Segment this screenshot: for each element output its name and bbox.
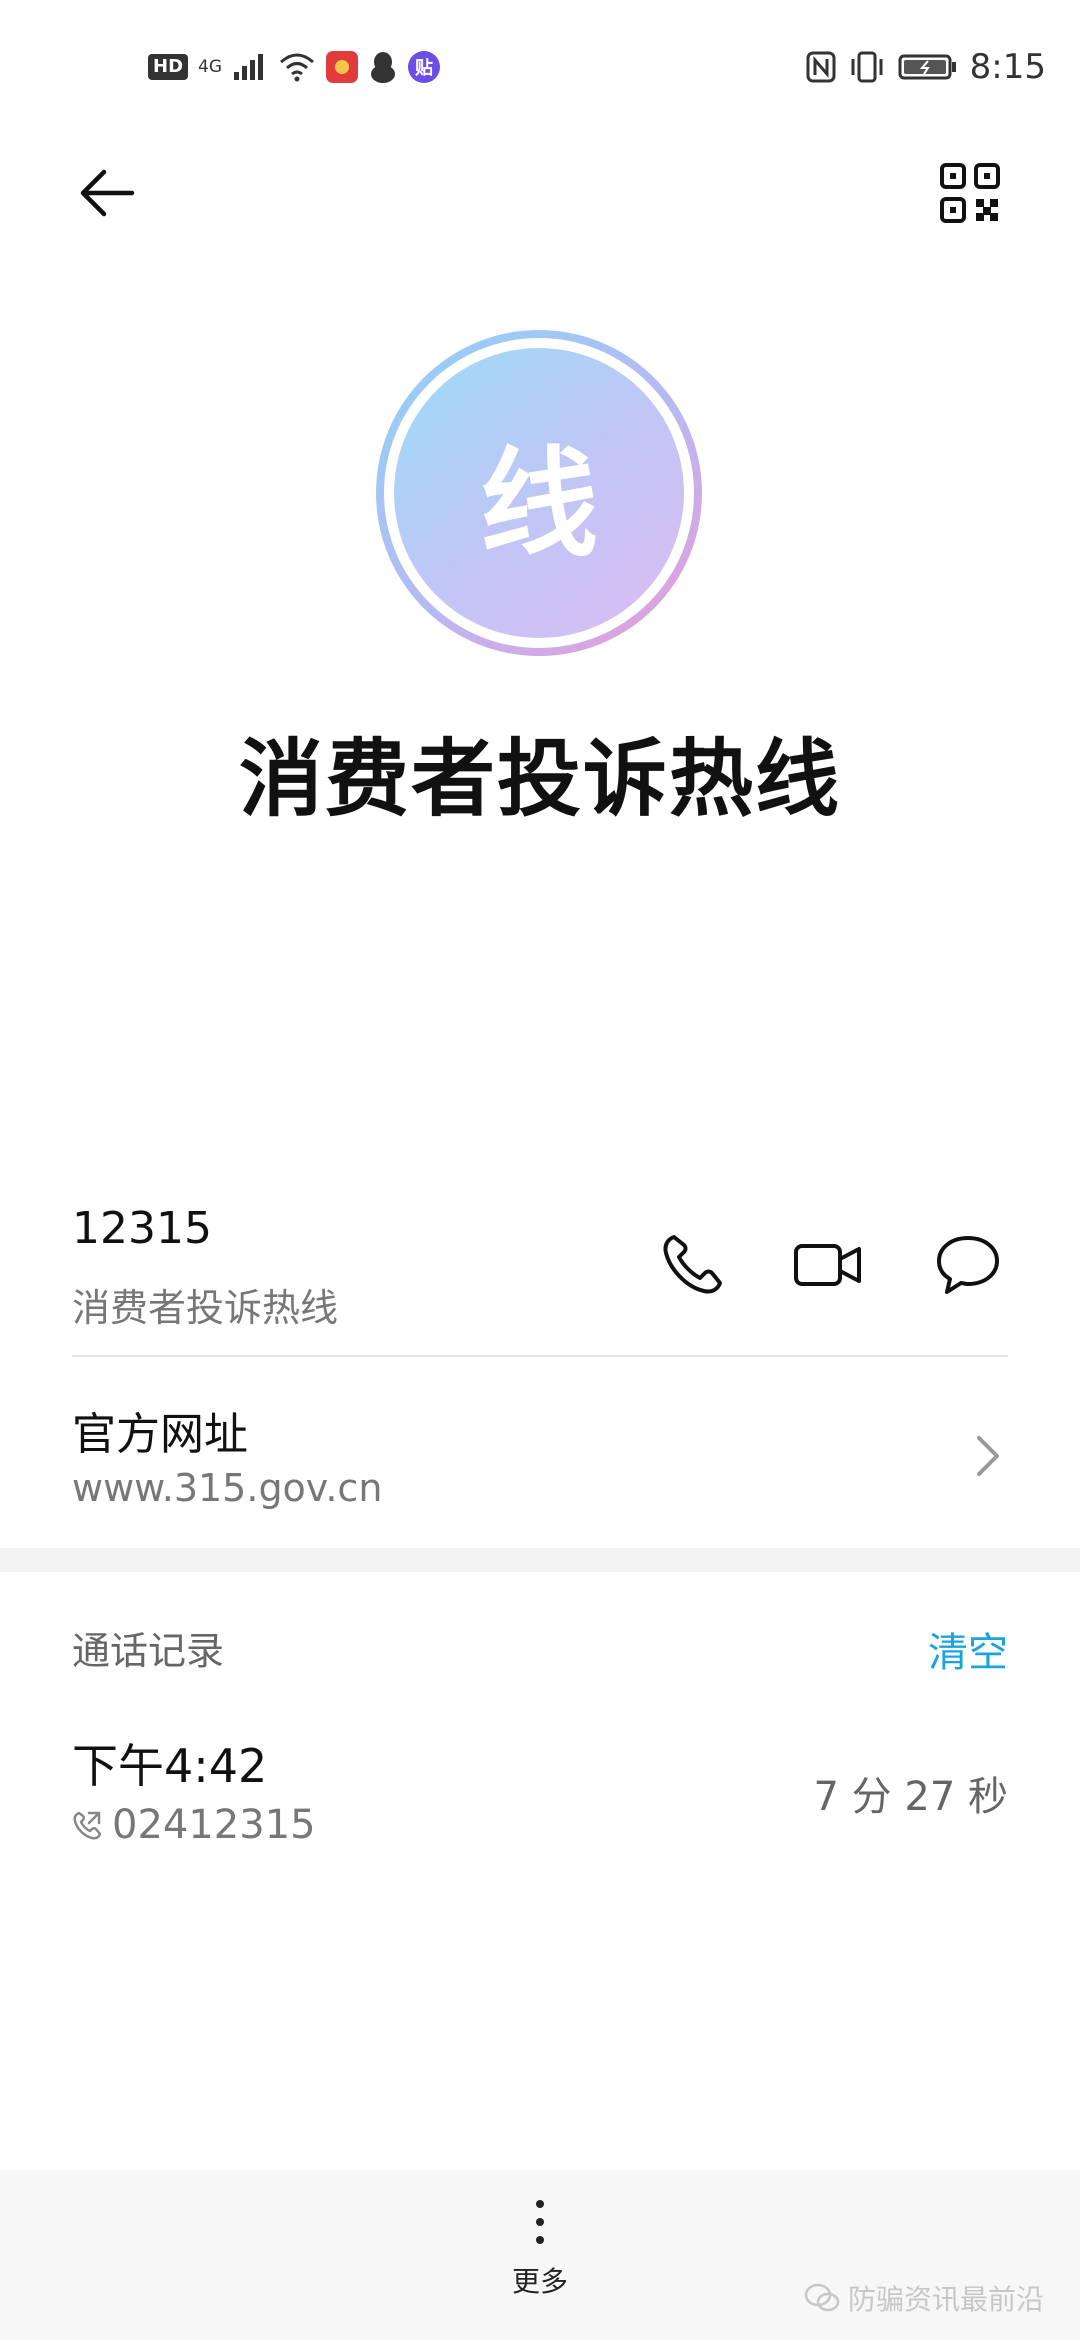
contact-avatar[interactable]: 线 <box>376 330 702 656</box>
avatar-inner-ring: 线 <box>384 338 694 648</box>
arrow-left-icon <box>80 169 135 217</box>
bottom-bar: 更多 防骗资讯最前沿 <box>0 2170 1080 2340</box>
status-bar-left: HD 4G 贴 <box>148 44 441 90</box>
video-call-button[interactable] <box>788 1225 868 1305</box>
call-button[interactable] <box>652 1225 732 1305</box>
qr-code-button[interactable] <box>935 158 1005 228</box>
phone-number: 12315 <box>72 1203 212 1254</box>
status-bar-right: 8:15 <box>806 44 1046 90</box>
watermark: 防骗资讯最前沿 <box>804 2278 1044 2318</box>
back-button[interactable] <box>72 158 142 228</box>
website-row[interactable]: 官方网址 www.315.gov.cn <box>72 1380 1008 1540</box>
network-type: 4G <box>198 57 223 77</box>
phone-icon <box>663 1235 722 1294</box>
more-label: 更多 <box>511 2265 568 2298</box>
hd-badge: HD <box>148 54 189 80</box>
website-title: 官方网址 <box>72 1409 248 1460</box>
clear-call-log-button[interactable]: 清空 <box>928 1620 1008 1678</box>
call-number: 02412315 <box>112 1802 316 1848</box>
call-number-wrap: 02412315 <box>72 1802 316 1848</box>
call-log-entry[interactable]: 下午4:42 02412315 7 分 27 秒 <box>72 1720 1008 1860</box>
status-time: 8:15 <box>969 47 1046 87</box>
battery-icon <box>898 54 956 80</box>
chevron-right-icon <box>977 1436 999 1476</box>
notification-app-icon <box>326 51 359 83</box>
avatar-initial: 线 <box>394 348 684 638</box>
row-divider <box>72 1355 1008 1357</box>
website-chevron <box>968 1426 1008 1486</box>
status-bar: HD 4G 贴 8:15 <box>0 0 1080 130</box>
nfc-icon <box>806 51 836 83</box>
call-duration: 7 分 27 秒 <box>813 1774 1009 1820</box>
tieba-icon: 贴 <box>408 51 441 83</box>
qr-code-icon <box>940 163 1000 223</box>
more-button[interactable]: 更多 <box>490 2196 590 2316</box>
video-camera-icon <box>794 1244 861 1286</box>
vibrate-icon <box>851 51 883 83</box>
qq-penguin-icon <box>371 52 396 83</box>
watermark-text: 防骗资讯最前沿 <box>847 2283 1044 2316</box>
call-log-header: 通话记录 清空 <box>72 1620 1008 1680</box>
message-button[interactable] <box>928 1225 1008 1305</box>
contact-detail-page: HD 4G 贴 8:15 线 消费者投诉热线 12315 消费者投诉热线 官方网… <box>0 0 1080 2340</box>
outgoing-call-icon <box>73 1811 102 1840</box>
wechat-icon <box>804 2283 840 2312</box>
call-log-title: 通话记录 <box>72 1629 225 1673</box>
message-bubble-icon <box>937 1236 999 1294</box>
website-url: www.315.gov.cn <box>72 1466 383 1510</box>
phone-number-row[interactable]: 12315 消费者投诉热线 <box>72 1185 1008 1355</box>
call-time: 下午4:42 <box>72 1739 268 1793</box>
section-separator <box>0 1548 1080 1572</box>
contact-name: 消费者投诉热线 <box>238 730 841 828</box>
phone-number-label: 消费者投诉热线 <box>72 1286 339 1330</box>
more-vertical-icon <box>536 2200 544 2244</box>
signal-icon <box>234 54 264 80</box>
wifi-icon <box>280 53 315 82</box>
